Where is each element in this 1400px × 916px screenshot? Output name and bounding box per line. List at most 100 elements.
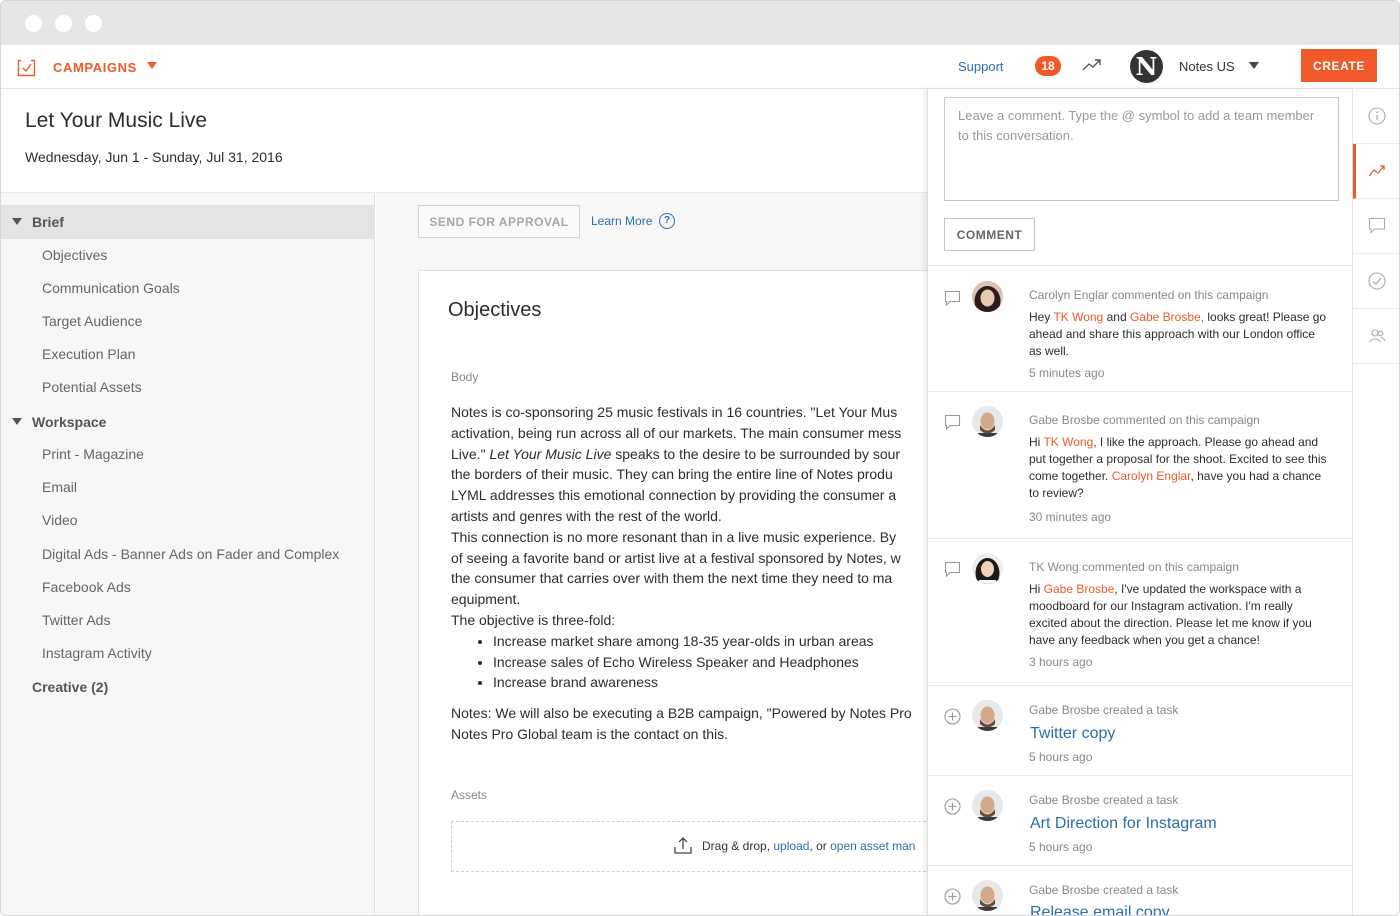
body-line: This connection is no more resonant than…	[451, 528, 897, 545]
body-line: Live." Let Your Music Live speaks to the…	[451, 444, 971, 465]
sidebar-item-twitter-ads[interactable]: Twitter Ads	[42, 612, 110, 628]
feed-item-header: Gabe Brosbe created a task	[1029, 703, 1179, 717]
body-line: the consumer that carries over with them…	[451, 570, 893, 587]
comment-text-part: Hey	[1029, 310, 1054, 324]
upload-link[interactable]: upload	[773, 839, 809, 853]
body-line: equipment.	[451, 591, 521, 608]
sidebar-section-creative[interactable]: Creative (2)	[1, 670, 375, 704]
feed-item-header: Gabe Brosbe commented on this campaign	[1029, 413, 1260, 427]
chevron-down-icon[interactable]	[1249, 62, 1259, 69]
asset-dropzone[interactable]: Drag & drop, upload, or open asset man	[451, 821, 951, 872]
create-button[interactable]: CREATE	[1301, 49, 1377, 82]
sidebar-item-target-audience[interactable]: Target Audience	[42, 313, 142, 329]
sidebar-section-label: Brief	[32, 214, 64, 230]
asset-manager-link[interactable]: open asset man	[830, 839, 915, 853]
help-icon[interactable]: ?	[659, 213, 675, 229]
comment-input[interactable]	[944, 97, 1339, 201]
timestamp: 5 hours ago	[1029, 750, 1093, 764]
chevron-down-icon[interactable]	[12, 218, 22, 225]
chevron-down-icon[interactable]	[147, 62, 157, 69]
window-maximize-dot[interactable]	[85, 15, 102, 32]
timestamp: 3 hours ago	[1029, 655, 1093, 669]
body-line: Notes is co-sponsoring 25 music festival…	[451, 404, 898, 420]
sidebar-item-facebook-ads[interactable]: Facebook Ads	[42, 579, 131, 595]
rail-tasks-button[interactable]	[1353, 254, 1399, 309]
avatar	[972, 880, 1003, 911]
support-link[interactable]: Support	[958, 59, 1004, 74]
rail-team-button[interactable]	[1353, 309, 1399, 364]
comment-text: Hi Gabe Brosbe, I've updated the workspa…	[1029, 581, 1329, 649]
body-line: LYML addresses this emotional connection…	[451, 487, 897, 504]
checkbox-icon	[17, 58, 36, 77]
feed-item: Gabe Brosbe created a task Release email…	[928, 865, 1353, 915]
drop-text-start: Drag & drop,	[702, 839, 774, 853]
comment-button[interactable]: COMMENT	[944, 218, 1035, 251]
info-icon	[1368, 107, 1386, 125]
feed-item-header: TK Wong commented on this campaign	[1029, 560, 1239, 574]
avatar	[972, 553, 1003, 584]
plus-circle-icon	[944, 708, 961, 725]
user-mention[interactable]: Gabe Brosbe	[1044, 582, 1115, 596]
sidebar-section-workspace[interactable]: Workspace	[1, 405, 375, 439]
top-bar: CAMPAIGNS Support 18 N Notes US CREATE	[1, 45, 1399, 89]
sidebar-item-instagram-activity[interactable]: Instagram Activity	[42, 645, 152, 661]
upload-icon	[674, 837, 692, 854]
avatar	[972, 700, 1003, 731]
speech-bubble-icon	[944, 561, 961, 578]
trending-up-icon	[1368, 165, 1385, 177]
sidebar-item-print-magazine[interactable]: Print - Magazine	[42, 446, 144, 462]
check-circle-icon	[1368, 272, 1386, 290]
sidebar-item-potential-assets[interactable]: Potential Assets	[42, 379, 142, 395]
campaign-dates: Wednesday, Jun 1 - Sunday, Jul 31, 2016	[25, 149, 283, 165]
trending-up-icon[interactable]	[1082, 57, 1102, 73]
task-link[interactable]: Twitter copy	[1030, 725, 1115, 743]
window-close-dot[interactable]	[25, 15, 42, 32]
sidebar-item-video[interactable]: Video	[42, 512, 78, 528]
campaign-name-italic: Let Your Music Live	[489, 445, 612, 462]
rail-activity-button[interactable]	[1353, 144, 1399, 199]
user-mention[interactable]: Gabe Brosbe,	[1130, 310, 1204, 324]
sidebar-section-brief[interactable]: Brief	[1, 205, 375, 239]
avatar	[972, 281, 1003, 312]
account-name[interactable]: Notes US	[1179, 59, 1235, 74]
campaigns-menu-label[interactable]: CAMPAIGNS	[53, 60, 137, 75]
feed-item: TK Wong commented on this campaign Hi Ga…	[928, 538, 1353, 685]
user-mention[interactable]: TK Wong	[1043, 435, 1093, 449]
body-text[interactable]: Notes is co-sponsoring 25 music festival…	[451, 402, 971, 745]
people-icon	[1369, 329, 1386, 343]
window-chrome	[1, 1, 1399, 45]
task-link[interactable]: Art Direction for Instagram	[1030, 815, 1217, 833]
send-for-approval-button[interactable]: SEND FOR APPROVAL	[418, 205, 580, 238]
chevron-down-icon[interactable]	[12, 418, 22, 425]
body-line: Notes Pro Global team is the contact on …	[451, 725, 729, 742]
comment-text: Hey TK Wong and Gabe Brosbe, looks great…	[1029, 309, 1329, 360]
list-item: Increase sales of Echo Wireless Speaker …	[493, 652, 971, 673]
body-line: The objective is three-fold:	[451, 611, 616, 628]
objectives-list: Increase market share among 18-35 year-o…	[451, 631, 971, 693]
sidebar-item-communication-goals[interactable]: Communication Goals	[42, 280, 180, 296]
body-line: Notes: We will also be executing a B2B c…	[451, 705, 912, 722]
rail-comments-button[interactable]	[1353, 199, 1399, 254]
sidebar-item-objectives[interactable]: Objectives	[42, 247, 107, 263]
body-line-start: Live."	[451, 445, 490, 462]
rail-info-button[interactable]	[1353, 89, 1399, 144]
task-link[interactable]: Release email copy	[1030, 904, 1170, 915]
body-line: the borders of their music. They can bri…	[451, 466, 893, 483]
user-mention[interactable]: TK Wong	[1053, 310, 1103, 324]
sidebar-item-execution-plan[interactable]: Execution Plan	[42, 346, 135, 362]
body-line: artists and genres with the rest of the …	[451, 507, 722, 524]
speech-bubble-icon	[944, 414, 961, 431]
dropzone-text: Drag & drop, upload, or open asset man	[702, 839, 915, 853]
feed-item: Gabe Brosbe commented on this campaign H…	[928, 391, 1353, 538]
notification-badge[interactable]: 18	[1035, 56, 1061, 76]
sidebar-item-digital-ads[interactable]: Digital Ads - Banner Ads on Fader and Co…	[42, 546, 339, 562]
sidebar-item-email[interactable]: Email	[42, 479, 77, 495]
learn-more-link[interactable]: Learn More	[591, 214, 652, 228]
feed-item: Gabe Brosbe created a task Art Direction…	[928, 775, 1353, 865]
window-minimize-dot[interactable]	[55, 15, 72, 32]
body-label: Body	[451, 370, 479, 384]
comment-text-part: Hi	[1029, 582, 1044, 596]
account-avatar[interactable]: N	[1130, 50, 1163, 83]
plus-circle-icon	[944, 798, 961, 815]
user-mention[interactable]: Carolyn Englar	[1112, 469, 1191, 483]
